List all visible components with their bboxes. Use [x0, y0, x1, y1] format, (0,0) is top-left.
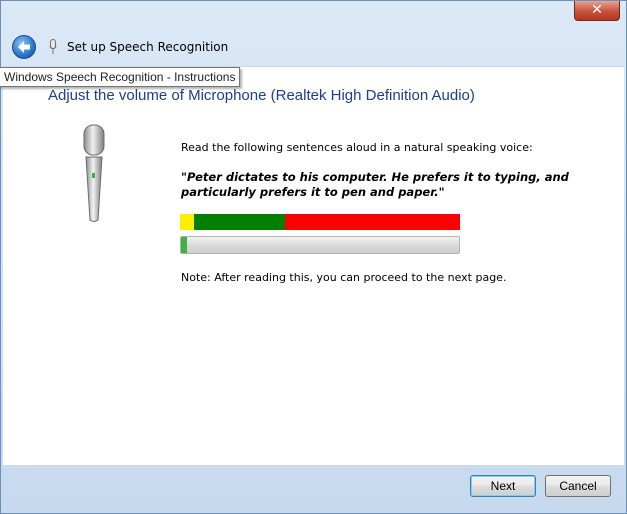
- volume-level-meter: [180, 214, 460, 230]
- speech-setup-window: ✕ Set up Speech Recognition Adjust the v…: [0, 0, 627, 514]
- note-text: Note: After reading this, you can procee…: [181, 271, 507, 284]
- level-segment-high: [285, 214, 460, 230]
- title-bar: Set up Speech Recognition: [1, 27, 627, 65]
- next-button[interactable]: Next: [470, 475, 536, 497]
- cancel-button[interactable]: Cancel: [545, 475, 611, 497]
- back-arrow-icon: [18, 41, 30, 53]
- tooltip: Windows Speech Recognition - Instruction…: [0, 67, 241, 87]
- sample-sentence: "Peter dictates to his computer. He pref…: [181, 170, 569, 199]
- microphone-icon: [49, 39, 57, 54]
- back-button[interactable]: [12, 35, 36, 59]
- instruction-text: Read the following sentences aloud in a …: [181, 141, 533, 154]
- close-button[interactable]: ✕: [574, 1, 620, 21]
- microphone-illustration: [83, 124, 105, 222]
- page-heading: Adjust the volume of Microphone (Realtek…: [48, 87, 475, 104]
- reading-progress-bar: [180, 236, 460, 254]
- level-segment-low: [180, 214, 194, 230]
- level-segment-good: [194, 214, 285, 230]
- progress-fill: [181, 237, 187, 253]
- window-title: Set up Speech Recognition: [67, 40, 229, 54]
